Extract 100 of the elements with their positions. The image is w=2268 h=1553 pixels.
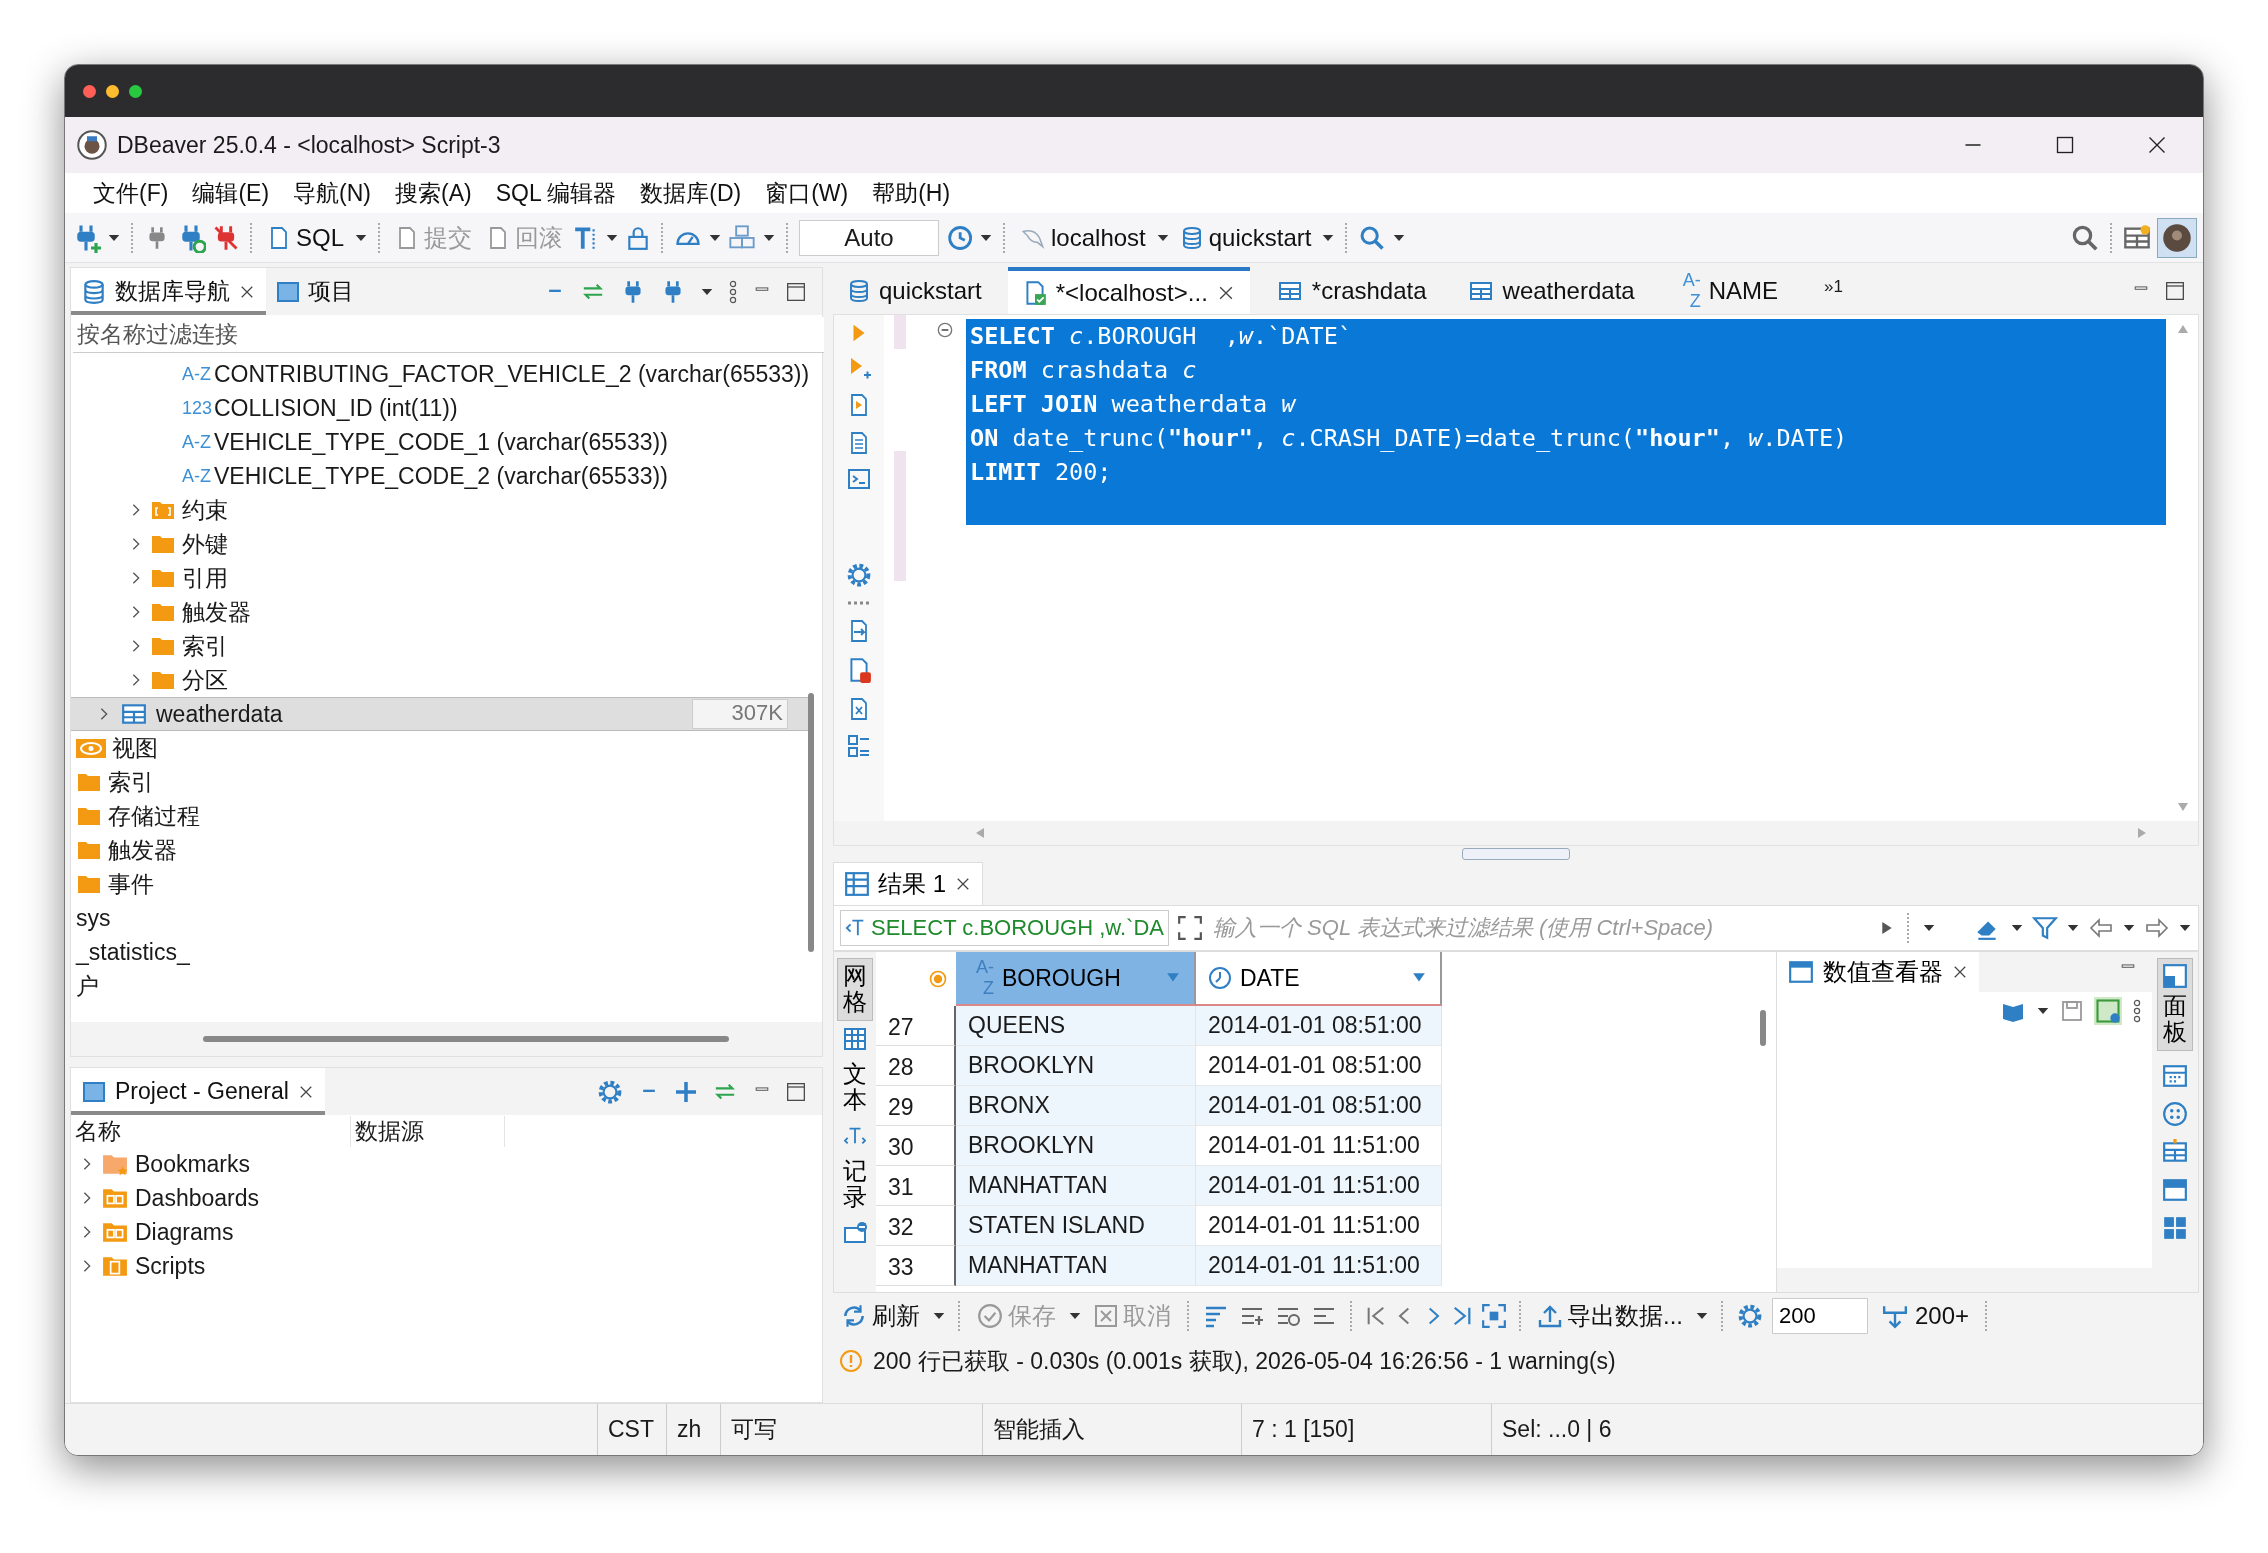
view-tab[interactable]: 文本 [837,1056,873,1118]
fetch-size-field[interactable]: 200 [1772,1298,1868,1334]
scroll-up-icon[interactable] [2176,323,2190,335]
tree-item[interactable]: 事件 [71,867,808,901]
query-label[interactable]: SELECT c.BOROUGH ,w.`DA [840,910,1169,946]
table-icon[interactable] [2162,1138,2188,1165]
panels-tab[interactable]: 面板 [2157,958,2193,1051]
tree-item[interactable]: 约束 [71,493,808,527]
auto-save-icon[interactable] [2094,997,2122,1025]
forward-icon[interactable] [2144,916,2170,940]
results-tab[interactable]: 结果 1 [833,862,983,905]
tree-item[interactable]: 分区 [71,663,808,697]
expand-icon[interactable] [1177,915,1203,941]
history-icon[interactable] [945,223,974,252]
scrollbar[interactable] [203,1036,729,1042]
tree-item[interactable]: A-ZVEHICLE_TYPE_CODE_1 (varchar(65533)) [71,425,808,459]
calculator-icon[interactable] [2162,1214,2188,1241]
tree-item[interactable]: Dashboards [71,1181,822,1215]
code-editor[interactable]: SELECT c.BOROUGH ,w.`DATE` FROM crashdata c LEFT JOIN weatherdata w ON date_trunc("hour", c.CRASH_DATE)=date_trunc("hour", w.DATE) LIMIT 200; [966,319,2166,525]
panel-tab[interactable]: 数值查看器 [1777,952,1979,992]
save-icon[interactable] [2060,999,2084,1023]
tree-item[interactable]: 存储过程 [71,799,808,833]
circle-dots-icon[interactable] [2162,1100,2188,1127]
menu-item[interactable]: 数据库(D) [628,177,754,209]
tree-item[interactable]: Diagrams [71,1215,822,1249]
add-icon[interactable] [674,1079,698,1104]
more-tabs-button[interactable]: »1 [1824,267,1843,314]
tree-item[interactable]: A-Z CONTRIBUTING_FACTOR_VEHICLE_2 (varchar(65533)) [71,357,808,391]
calendar-icon[interactable] [2162,1062,2188,1089]
menu-item[interactable]: 导航(N) [281,177,383,209]
column-header[interactable]: DATE [1196,952,1442,1006]
menu-item[interactable]: 帮助(H) [860,177,963,209]
avatar-icon[interactable] [2157,217,2197,258]
menu-item[interactable]: 文件(F) [81,177,181,209]
terminal-icon[interactable] [846,467,872,491]
view-tab[interactable]: 网格 [837,958,873,1021]
tree-item[interactable]: sys [71,901,808,935]
more-icon[interactable] [2132,998,2142,1024]
panel-tab[interactable]: 数据库导航 [71,268,266,315]
last-page-icon[interactable] [1451,1304,1473,1328]
menu-item[interactable]: 编辑(E) [180,177,282,209]
tree-item[interactable]: Scripts [71,1249,822,1283]
panel-tab[interactable]: Project - General [71,1068,325,1115]
close-dot[interactable] [83,84,96,98]
minimize-dot[interactable] [106,84,119,98]
database-selector[interactable]: quickstart [1175,221,1316,254]
tree-item[interactable]: 外键 [71,527,808,561]
new-table-icon[interactable] [2123,223,2151,252]
menu-item[interactable]: 搜索(A) [383,177,484,209]
first-page-icon[interactable] [1365,1304,1387,1328]
view-tab[interactable]: 记录 [837,1153,873,1215]
maximize-icon[interactable] [786,1081,806,1102]
filter-icon[interactable] [2032,915,2058,941]
tree-item[interactable]: 触发器 [71,833,808,867]
refresh-button[interactable]: 刷新 [837,1298,924,1334]
outline-icon[interactable] [847,733,871,759]
filter-field[interactable]: 按名称过滤连接 [73,317,824,353]
export-button[interactable]: 导出数据... [1534,1298,1687,1334]
column-header[interactable]: 名称 [71,1115,351,1147]
tree-item[interactable]: 触发器 [71,595,808,629]
sql-button[interactable]: SQL [263,221,349,254]
maximize-icon[interactable] [786,281,806,302]
menu-item[interactable]: SQL 编辑器 [483,177,629,209]
fold-icon[interactable] [937,322,953,338]
connection-selector[interactable]: localhost [1016,221,1150,254]
column-type-icon: A-Z [1674,269,1701,312]
editor-tab[interactable]: *<localhost>... [1007,267,1250,314]
tree-item[interactable]: 索引 [71,765,808,799]
select-all-icon[interactable] [928,969,948,989]
zoom-dot[interactable] [129,84,142,98]
settings-icon[interactable] [1736,1302,1764,1330]
menu-item[interactable]: 窗口(W) [753,177,861,209]
close-icon[interactable] [2147,135,2167,155]
tree-item[interactable]: 户 [71,969,808,1003]
scrollbar[interactable] [1760,1010,1766,1046]
grid-icon[interactable] [843,1026,867,1051]
maximize-icon[interactable] [2055,135,2075,155]
tree-item[interactable]: 引用 [71,561,808,595]
settings-icon[interactable] [845,561,873,589]
fit-icon[interactable] [1481,1303,1507,1329]
tree-item[interactable]: 123COLLISION_ID (int(11)) [71,391,808,425]
scrollbar[interactable] [808,693,814,952]
layout-icon[interactable] [2162,1176,2188,1203]
tree-item[interactable]: Bookmarks [71,1147,822,1181]
column-header[interactable]: 数据源 [351,1115,505,1147]
tree-item[interactable]: weatherdata 307K [71,697,808,731]
table-cell: BROOKLYN [956,1126,1196,1166]
tree-item[interactable]: A-ZVEHICLE_TYPE_CODE_2 (varchar(65533)) [71,459,808,493]
tree-item[interactable]: 索引 [71,629,808,663]
table-cell: QUEENS [956,1006,1196,1046]
tree-item[interactable]: 视图 [71,731,808,765]
tree-item[interactable]: _statistics_ [71,935,808,969]
splitter-handle[interactable] [1462,848,1570,860]
more-icon[interactable] [728,278,738,305]
scroll-down-icon[interactable] [2176,801,2190,813]
commit-mode-field[interactable]: Auto [799,219,940,256]
record-icon[interactable] [842,1220,868,1245]
fetch-more-button[interactable]: 200+ [1876,1300,1974,1332]
back-icon[interactable] [2088,916,2114,940]
maximize-icon[interactable] [2165,280,2185,301]
